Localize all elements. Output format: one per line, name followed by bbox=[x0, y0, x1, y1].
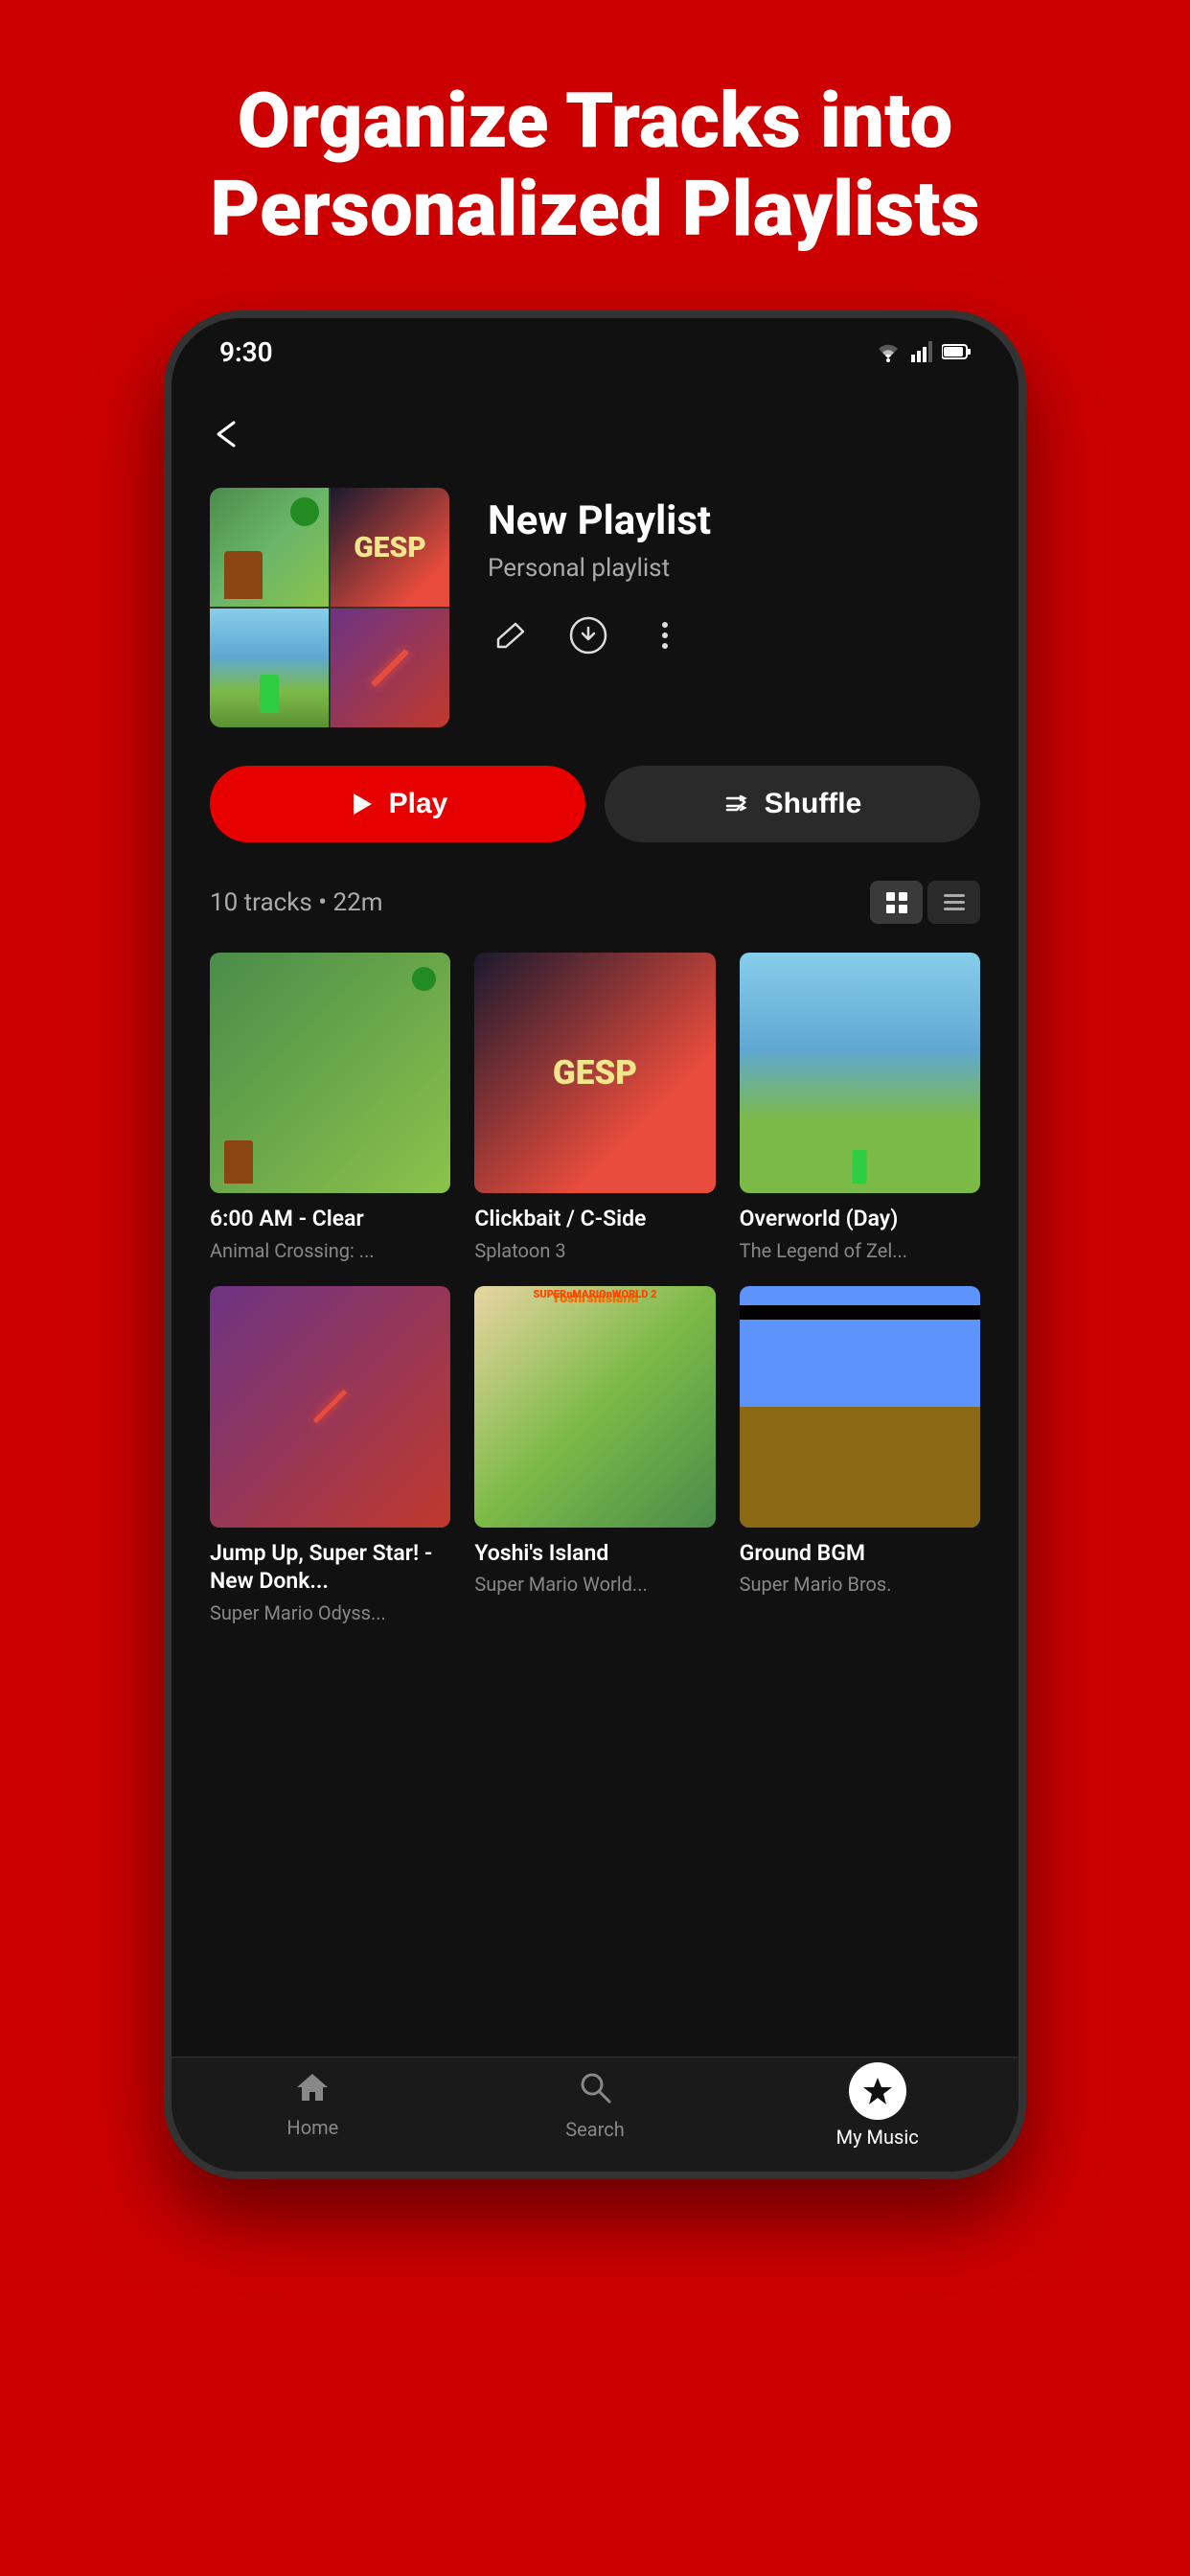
star-icon bbox=[862, 2076, 893, 2106]
search-icon bbox=[578, 2070, 612, 2112]
shuffle-button[interactable]: Shuffle bbox=[605, 766, 980, 842]
track-game-4: Super Mario Odyss... bbox=[210, 1601, 450, 1624]
status-bar: 9:30 bbox=[172, 318, 1018, 385]
playlist-info: New Playlist Personal playlist bbox=[488, 488, 980, 659]
nav-label-home: Home bbox=[286, 2116, 338, 2139]
artwork-cell-2: GESP bbox=[331, 488, 449, 607]
track-item[interactable]: GESP Clickbait / C-Side Splatoon 3 bbox=[474, 953, 715, 1262]
battery-icon bbox=[942, 343, 971, 360]
track-game-1: Animal Crossing: ... bbox=[210, 1239, 450, 1262]
track-name-2: Clickbait / C-Side bbox=[474, 1205, 715, 1233]
track-thumbnail-4 bbox=[210, 1286, 450, 1527]
track-item[interactable]: Ground BGM Super Mario Bros. bbox=[740, 1286, 980, 1624]
track-item[interactable]: 6:00 AM - Clear Animal Crossing: ... bbox=[210, 953, 450, 1262]
track-name-3: Overworld (Day) bbox=[740, 1205, 980, 1233]
track-thumbnail-2: GESP bbox=[474, 953, 715, 1193]
edit-button[interactable] bbox=[488, 611, 536, 659]
track-item[interactable]: Jump Up, Super Star! - New Donk... Super… bbox=[210, 1286, 450, 1624]
artwork-cell-4-inner bbox=[331, 609, 449, 727]
artwork-cell-3-inner bbox=[210, 609, 329, 727]
track-name-5: Yoshi's Island bbox=[474, 1539, 715, 1568]
app-content: GESP New Playlist Personal playlist bbox=[172, 385, 1018, 2057]
nav-item-my-music[interactable]: My Music bbox=[736, 2062, 1018, 2149]
wifi-icon bbox=[875, 341, 902, 362]
playlist-artwork: GESP bbox=[210, 488, 449, 727]
track-thumbnail-5 bbox=[474, 1286, 715, 1527]
home-icon bbox=[295, 2072, 330, 2110]
nav-label-search: Search bbox=[565, 2118, 624, 2141]
phone-mockup: 9:30 bbox=[164, 310, 1026, 2179]
nav-label-my-music: My Music bbox=[836, 2126, 919, 2149]
bottom-nav: Home Search My Music bbox=[172, 2057, 1018, 2172]
nav-item-search[interactable]: Search bbox=[454, 2070, 737, 2141]
track-name-1: 6:00 AM - Clear bbox=[210, 1205, 450, 1233]
track-thumbnail-6 bbox=[740, 1286, 980, 1527]
download-button[interactable] bbox=[564, 611, 612, 659]
track-item[interactable]: Yoshi's Island Super Mario World... bbox=[474, 1286, 715, 1624]
back-button[interactable] bbox=[210, 414, 980, 459]
artwork-cell-4 bbox=[331, 609, 449, 727]
track-name-4: Jump Up, Super Star! - New Donk... bbox=[210, 1539, 450, 1597]
status-time: 9:30 bbox=[219, 336, 273, 368]
track-thumbnail-1 bbox=[210, 953, 450, 1193]
hero-title: Organize Tracks into Personalized Playli… bbox=[0, 0, 1190, 310]
track-game-5: Super Mario World... bbox=[474, 1573, 715, 1596]
playlist-actions bbox=[488, 611, 980, 659]
tracks-info-row: 10 tracks • 22m bbox=[210, 881, 980, 924]
status-icons bbox=[875, 341, 971, 362]
playlist-header: GESP New Playlist Personal playlist bbox=[210, 488, 980, 727]
nav-item-home[interactable]: Home bbox=[172, 2072, 454, 2139]
signal-icon bbox=[911, 341, 932, 362]
phone-notch bbox=[557, 337, 633, 366]
tracks-grid: 6:00 AM - Clear Animal Crossing: ... GES… bbox=[210, 953, 980, 1624]
track-thumbnail-3 bbox=[740, 953, 980, 1193]
artwork-cell-1 bbox=[210, 488, 329, 607]
track-game-6: Super Mario Bros. bbox=[740, 1573, 980, 1596]
track-item[interactable]: Overworld (Day) The Legend of Zel... bbox=[740, 953, 980, 1262]
view-toggle bbox=[870, 881, 980, 924]
artwork-cell-3 bbox=[210, 609, 329, 727]
my-music-icon-bg bbox=[849, 2062, 906, 2120]
track-name-6: Ground BGM bbox=[740, 1539, 980, 1568]
track-game-3: The Legend of Zel... bbox=[740, 1239, 980, 1262]
play-shuffle-row: Play Shuffle bbox=[210, 766, 980, 842]
list-view-button[interactable] bbox=[927, 881, 980, 924]
playlist-subtitle: Personal playlist bbox=[488, 554, 980, 583]
play-button[interactable]: Play bbox=[210, 766, 585, 842]
playlist-title: New Playlist bbox=[488, 497, 980, 544]
grid-view-button[interactable] bbox=[870, 881, 923, 924]
track-game-2: Splatoon 3 bbox=[474, 1239, 715, 1262]
more-options-button[interactable] bbox=[641, 611, 689, 659]
tracks-meta: 10 tracks • 22m bbox=[210, 888, 383, 917]
artwork-cell-2-inner: GESP bbox=[331, 488, 449, 607]
